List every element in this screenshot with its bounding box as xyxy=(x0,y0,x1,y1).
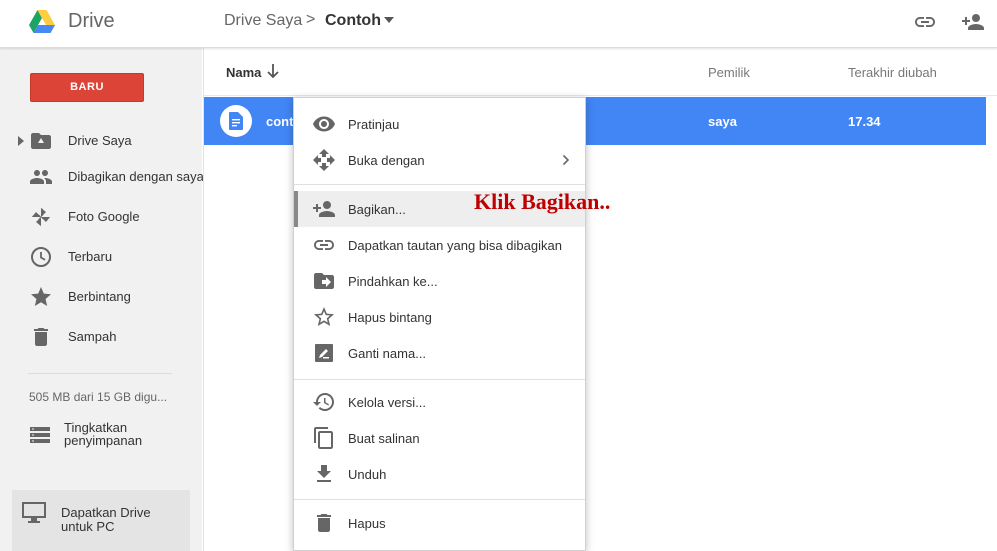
sidebar-item-recent[interactable]: Terbaru xyxy=(0,237,202,277)
menu-item-label: Pratinjau xyxy=(348,117,400,132)
trash-icon xyxy=(317,514,331,532)
eye-icon xyxy=(313,116,335,132)
sidebar-item-label: Sampah xyxy=(68,329,117,344)
breadcrumb-my-drive[interactable]: Drive Saya xyxy=(224,12,302,30)
person-add-icon[interactable] xyxy=(961,10,985,34)
menu-item-label: Dapatkan tautan yang bisa dibagikan xyxy=(348,238,562,253)
menu-item-label: Pindahkan ke... xyxy=(348,274,438,289)
tutorial-annotation: Klik Bagikan.. xyxy=(474,189,611,214)
breadcrumb-current-folder[interactable]: Contoh xyxy=(325,12,381,30)
expand-arrow-icon[interactable] xyxy=(17,136,25,146)
move-folder-icon xyxy=(314,273,334,289)
menu-item-move[interactable]: Pindahkan ke... xyxy=(294,263,585,299)
star-icon xyxy=(31,287,51,306)
chevron-down-icon[interactable] xyxy=(383,14,395,26)
menu-item-download[interactable]: Unduh xyxy=(294,456,585,492)
sidebar-item-label: Terbaru xyxy=(68,249,113,264)
menu-divider xyxy=(294,379,585,380)
top-bar: Drive Drive Saya > Contoh xyxy=(0,0,997,48)
context-menu: Pratinjau Buka dengan Bagikan... Dapatka… xyxy=(293,97,586,551)
menu-item-label: Kelola versi... xyxy=(348,395,427,410)
menu-divider xyxy=(294,184,585,185)
menu-item-make-copy[interactable]: Buat salinan xyxy=(294,420,585,456)
sidebar-item-label: Drive Saya xyxy=(68,133,132,148)
menu-item-label: Bagikan... xyxy=(348,202,406,217)
menu-divider xyxy=(294,499,585,500)
document-icon xyxy=(229,112,243,130)
upgrade-storage-link[interactable]: Tingkatkan penyimpanan xyxy=(0,418,202,452)
person-add-icon xyxy=(313,201,335,217)
download-icon xyxy=(317,465,331,482)
breadcrumb-separator: > xyxy=(306,11,316,28)
menu-item-label: Ganti nama... xyxy=(348,346,427,361)
menu-item-manage-versions[interactable]: Kelola versi... xyxy=(294,384,585,420)
file-owner: saya xyxy=(708,114,737,129)
sidebar-item-google-photos[interactable]: Foto Google xyxy=(0,197,202,237)
column-modified-header[interactable]: Terakhir diubah xyxy=(848,65,937,80)
sidebar-item-label: Foto Google xyxy=(68,209,140,224)
new-button[interactable]: BARU xyxy=(30,73,144,102)
link-icon xyxy=(314,240,334,250)
menu-item-label: Unduh xyxy=(348,467,387,482)
menu-item-label: Buka dengan xyxy=(348,153,425,168)
menu-item-get-link[interactable]: Dapatkan tautan yang bisa dibagikan xyxy=(294,227,585,263)
pinwheel-icon xyxy=(32,208,50,226)
upgrade-storage-label: Tingkatkan penyimpanan xyxy=(64,420,143,448)
storage-usage[interactable]: 505 MB dari 15 GB digu... xyxy=(29,390,167,404)
sidebar-item-trash[interactable]: Sampah xyxy=(0,317,202,357)
file-type-badge xyxy=(220,105,252,137)
menu-item-delete[interactable]: Hapus xyxy=(294,505,585,541)
clock-icon xyxy=(31,247,51,267)
column-owner-header[interactable]: Pemilik xyxy=(708,65,750,80)
arrow-down-icon[interactable] xyxy=(266,63,280,79)
computer-icon xyxy=(22,502,46,523)
open-with-icon xyxy=(313,149,335,171)
sidebar-item-label: Berbintang xyxy=(68,289,131,304)
sidebar-item-label: Dibagikan dengan saya xyxy=(68,169,204,184)
sidebar-item-shared[interactable]: Dibagikan dengan saya xyxy=(0,157,204,197)
get-drive-pc-label: Dapatkan Drive untuk PC xyxy=(61,505,151,534)
menu-item-label: Buat salinan xyxy=(348,431,420,446)
drive-logo-icon[interactable] xyxy=(29,9,55,33)
menu-item-label: Hapus xyxy=(348,516,386,531)
menu-item-open-with[interactable]: Buka dengan xyxy=(294,142,585,178)
sidebar-item-starred[interactable]: Berbintang xyxy=(0,277,202,317)
menu-item-remove-star[interactable]: Hapus bintang xyxy=(294,299,585,335)
column-name-header[interactable]: Nama xyxy=(226,65,261,80)
sidebar-item-my-drive[interactable]: Drive Saya xyxy=(0,121,202,161)
rename-icon xyxy=(315,344,333,362)
file-modified: 17.34 xyxy=(848,114,881,129)
get-drive-for-pc[interactable]: Dapatkan Drive untuk PC xyxy=(12,490,190,551)
app-title: Drive xyxy=(68,10,115,32)
chevron-right-icon xyxy=(562,154,570,166)
menu-item-rename[interactable]: Ganti nama... xyxy=(294,335,585,371)
sidebar-divider xyxy=(28,373,172,374)
menu-item-label: Hapus bintang xyxy=(348,310,432,325)
get-link-icon[interactable] xyxy=(913,10,937,34)
star-outline-icon xyxy=(314,307,334,326)
people-icon xyxy=(30,170,52,184)
copy-icon xyxy=(314,427,333,449)
history-icon xyxy=(313,393,334,411)
column-header-row: Nama Pemilik Terakhir diubah xyxy=(204,48,997,96)
my-drive-icon xyxy=(31,133,51,149)
storage-icon xyxy=(30,427,50,443)
sidebar: BARU Drive Saya Dibagikan dengan saya Fo… xyxy=(0,48,204,551)
menu-item-preview[interactable]: Pratinjau xyxy=(294,106,585,142)
trash-icon xyxy=(34,328,48,346)
